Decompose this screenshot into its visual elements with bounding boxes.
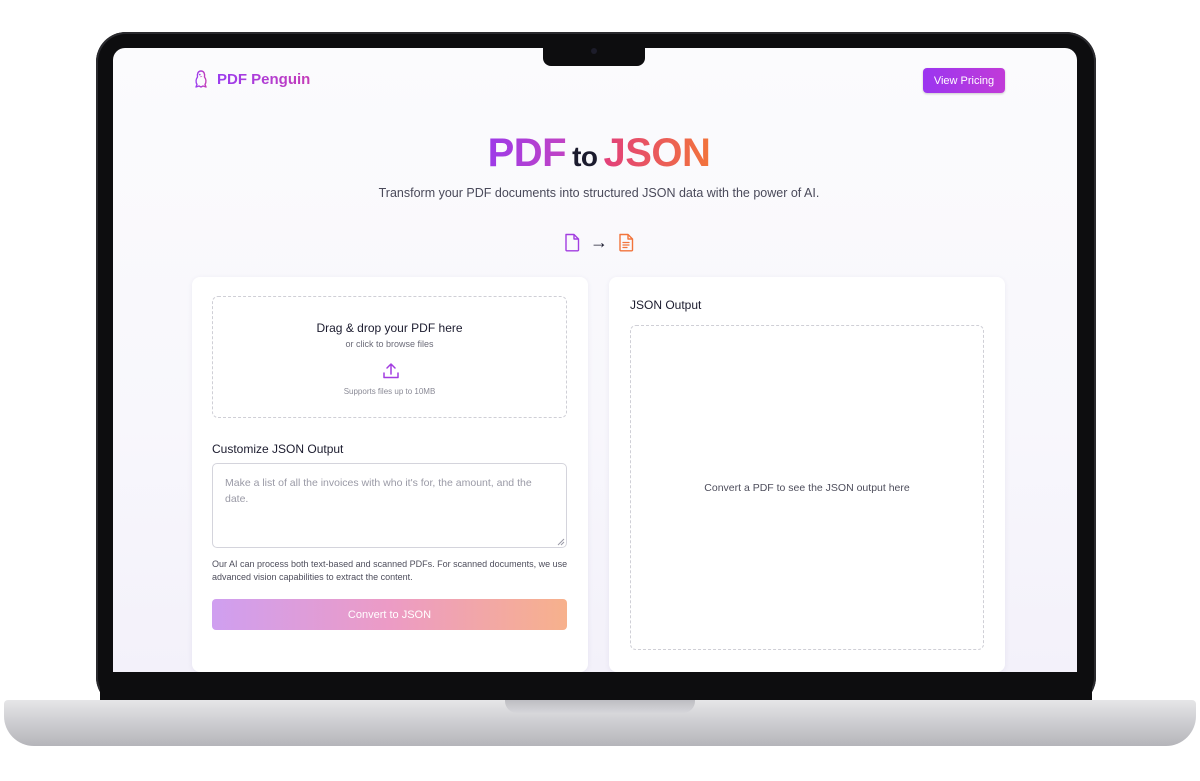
- laptop-base-notch: [505, 700, 695, 713]
- json-output-panel[interactable]: Convert a PDF to see the JSON output her…: [630, 325, 984, 650]
- input-card: Drag & drop your PDF here or click to br…: [192, 277, 588, 672]
- output-card: JSON Output Convert a PDF to see the JSO…: [609, 277, 1005, 672]
- pdf-dropzone[interactable]: Drag & drop your PDF here or click to br…: [212, 296, 567, 418]
- arrow-glyph: →: [590, 232, 608, 252]
- page-title: PDF to JSON: [113, 131, 1077, 176]
- title-json: JSON: [603, 131, 711, 175]
- title-pdf: PDF: [487, 131, 567, 175]
- penguin-icon: [195, 70, 207, 88]
- laptop-screen: PDF Penguin View Pricing PDF to JSON Trans…: [113, 48, 1077, 672]
- brand-logo-link[interactable]: PDF Penguin: [193, 70, 310, 88]
- laptop-bezel-bottom: [100, 672, 1092, 702]
- customize-label: Customize JSON Output: [212, 442, 344, 456]
- upload-icon: [383, 363, 399, 379]
- customize-prompt-input[interactable]: [212, 463, 567, 548]
- conversion-illustration: →: [113, 232, 1077, 253]
- output-label: JSON Output: [630, 298, 702, 312]
- resize-handle-icon[interactable]: [557, 538, 565, 546]
- dropzone-subtitle: or click to browse files: [345, 339, 434, 349]
- dropzone-title: Drag & drop your PDF here: [316, 321, 463, 335]
- dropzone-hint: Supports files up to 10MB: [343, 387, 436, 396]
- convert-to-json-button[interactable]: Convert to JSON: [212, 599, 567, 630]
- camera-lens: [591, 48, 597, 54]
- title-to: to: [572, 141, 598, 172]
- brand-name: PDF Penguin: [217, 70, 311, 88]
- file-text-icon: [619, 233, 634, 252]
- info-text: Our AI can process both text-based and s…: [212, 559, 568, 582]
- output-empty-message: Convert a PDF to see the JSON output her…: [704, 482, 910, 494]
- page-subtitle: Transform your PDF documents into struct…: [378, 186, 820, 200]
- file-icon: [565, 233, 580, 252]
- view-pricing-button[interactable]: View Pricing: [923, 68, 1005, 93]
